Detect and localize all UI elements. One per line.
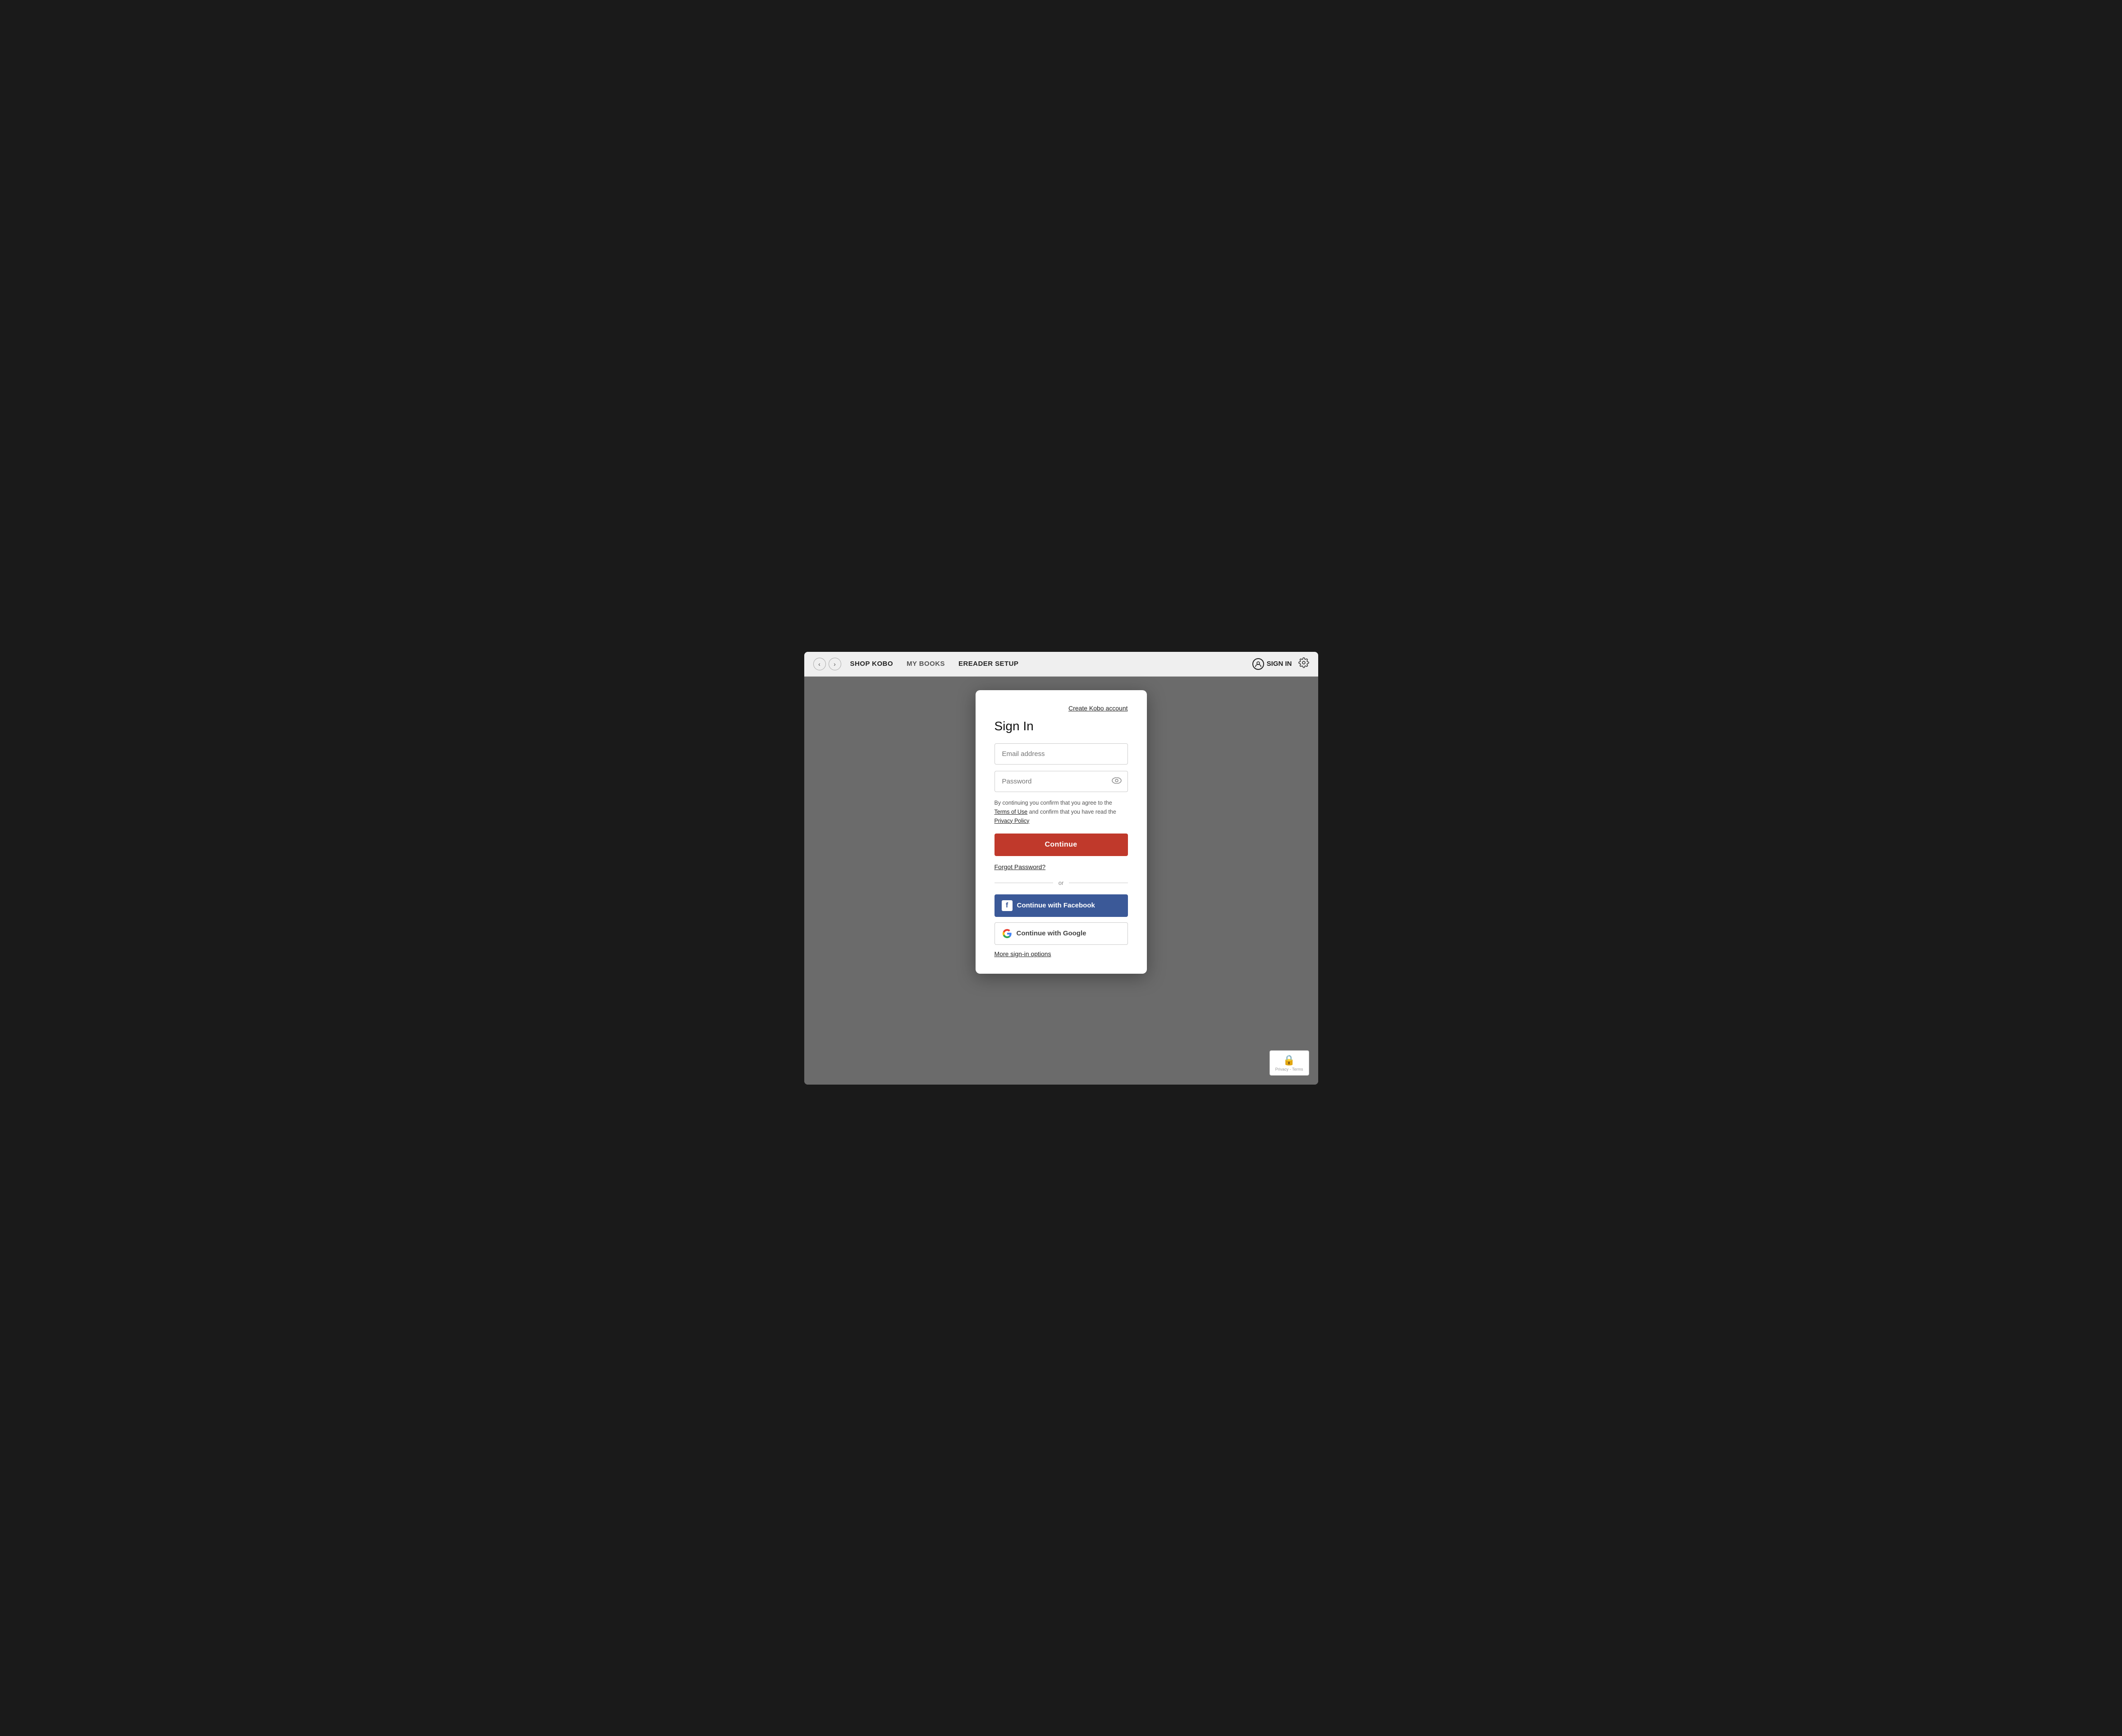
google-login-button[interactable]: Continue with Google — [995, 922, 1128, 945]
kobo-nav-right: SIGN IN — [1252, 657, 1309, 671]
browser-window: ‹ › SHOP KOBO MY BOOKS EREADER SETUP SIG… — [804, 652, 1318, 1085]
facebook-login-button[interactable]: f Continue with Facebook — [995, 894, 1128, 917]
recaptcha-logo: 🔒 — [1283, 1054, 1295, 1066]
modal-title: Sign In — [995, 719, 1128, 733]
user-icon — [1252, 658, 1264, 670]
create-account-link[interactable]: Create Kobo account — [1068, 705, 1128, 712]
password-input[interactable] — [995, 771, 1128, 792]
back-button[interactable]: ‹ — [813, 658, 826, 670]
my-books-nav[interactable]: MY BOOKS — [907, 660, 945, 668]
email-group — [995, 743, 1128, 765]
more-sign-in-options-link[interactable]: More sign-in options — [995, 950, 1128, 957]
facebook-btn-label: Continue with Facebook — [1017, 902, 1095, 909]
terms-of-use-link[interactable]: Terms of Use — [995, 809, 1028, 815]
kobo-nav: SHOP KOBO MY BOOKS EREADER SETUP — [850, 660, 1243, 668]
browser-toolbar: ‹ › SHOP KOBO MY BOOKS EREADER SETUP SIG… — [804, 652, 1318, 677]
sign-in-modal: Create Kobo account Sign In — [976, 690, 1147, 974]
password-wrapper — [995, 771, 1128, 792]
ereader-setup-nav[interactable]: EREADER SETUP — [958, 660, 1018, 668]
forgot-password-link[interactable]: Forgot Password? — [995, 863, 1128, 870]
sign-in-nav[interactable]: SIGN IN — [1252, 658, 1292, 670]
email-input[interactable] — [995, 743, 1128, 765]
modal-overlay: Create Kobo account Sign In — [976, 690, 1147, 974]
shop-kobo-nav[interactable]: SHOP KOBO — [850, 660, 893, 668]
divider: or — [995, 879, 1128, 886]
google-btn-label: Continue with Google — [1017, 930, 1086, 937]
terms-text: By continuing you confirm that you agree… — [995, 798, 1128, 825]
divider-label: or — [1059, 879, 1064, 886]
recaptcha-badge: 🔒 Privacy - Terms — [1270, 1050, 1309, 1076]
settings-icon[interactable] — [1298, 657, 1309, 671]
recaptcha-text: Privacy - Terms — [1275, 1067, 1303, 1072]
sign-in-label: SIGN IN — [1267, 660, 1292, 668]
password-group — [995, 771, 1128, 792]
forward-button[interactable]: › — [829, 658, 841, 670]
create-account-section: Create Kobo account — [995, 705, 1128, 713]
page-content: Rakuten kobo Create Kobo account Sign In — [804, 677, 1318, 1085]
privacy-policy-link[interactable]: Privacy Policy — [995, 818, 1030, 824]
nav-buttons: ‹ › — [813, 658, 841, 670]
continue-button[interactable]: Continue — [995, 834, 1128, 856]
show-password-icon[interactable] — [1112, 777, 1122, 786]
google-icon — [1002, 929, 1012, 939]
facebook-icon: f — [1002, 900, 1013, 911]
